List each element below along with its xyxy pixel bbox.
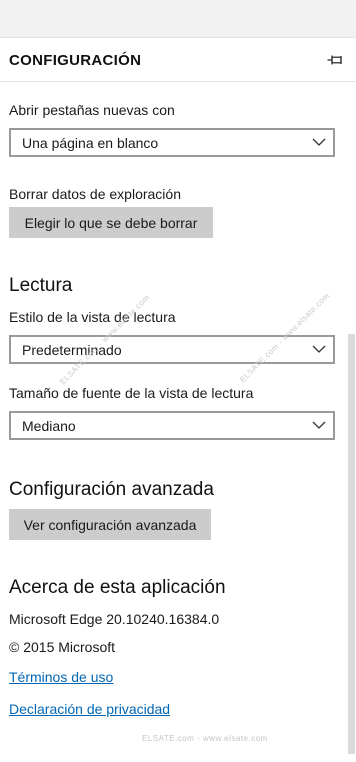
scrollbar-track[interactable] (347, 82, 356, 762)
chevron-down-icon (312, 345, 326, 353)
settings-title: CONFIGURACIÓN (9, 52, 142, 69)
chevron-down-icon (312, 421, 326, 429)
privacy-statement-link[interactable]: Declaración de privacidad (9, 701, 170, 717)
chevron-down-icon (312, 138, 326, 146)
about-heading: Acerca de esta aplicación (9, 577, 226, 598)
settings-header: CONFIGURACIÓN (0, 38, 356, 82)
clear-data-label: Borrar datos de exploración (9, 186, 181, 202)
reading-font-size-selected-value: Mediano (22, 418, 76, 434)
pin-icon[interactable] (324, 51, 346, 69)
new-tabs-selected-value: Una página en blanco (22, 135, 159, 151)
choose-what-to-clear-button[interactable]: Elegir lo que se debe borrar (9, 207, 213, 238)
terms-of-use-link[interactable]: Términos de uso (9, 669, 113, 685)
new-tabs-select[interactable]: Una página en blanco (9, 128, 335, 157)
reading-font-size-select[interactable]: Mediano (9, 411, 335, 440)
reading-heading: Lectura (9, 275, 73, 296)
copyright: © 2015 Microsoft (9, 639, 116, 655)
new-tabs-label: Abrir pestañas nuevas con (9, 102, 175, 118)
view-advanced-settings-button[interactable]: Ver configuración avanzada (9, 509, 211, 540)
reading-font-size-label: Tamaño de fuente de la vista de lectura (9, 385, 254, 401)
scrollbar-thumb[interactable] (348, 334, 355, 754)
browser-top-bar (0, 0, 356, 38)
app-version: Microsoft Edge 20.10240.16384.0 (9, 611, 220, 627)
reading-style-selected-value: Predeterminado (22, 342, 122, 358)
watermark: ELSATE.com - www.elsate.com (142, 734, 268, 743)
reading-style-label: Estilo de la vista de lectura (9, 309, 176, 325)
advanced-settings-heading: Configuración avanzada (9, 479, 214, 500)
